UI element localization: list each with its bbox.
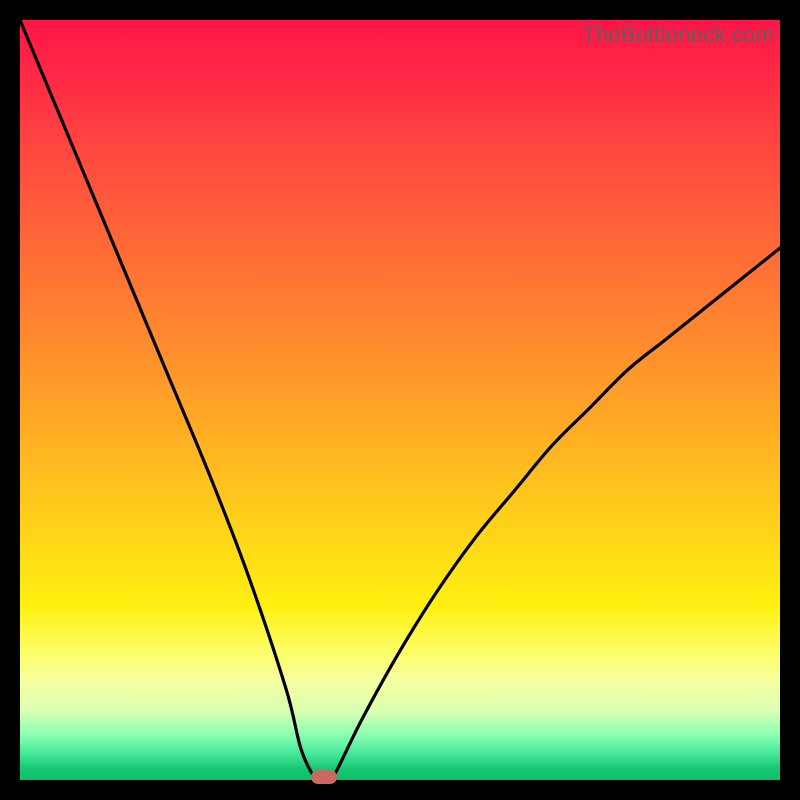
chart-frame: TheBottleneck.com <box>20 20 780 780</box>
watermark-text: TheBottleneck.com <box>582 22 774 48</box>
bottleneck-curve <box>20 20 780 780</box>
optimal-point-marker <box>311 770 337 784</box>
